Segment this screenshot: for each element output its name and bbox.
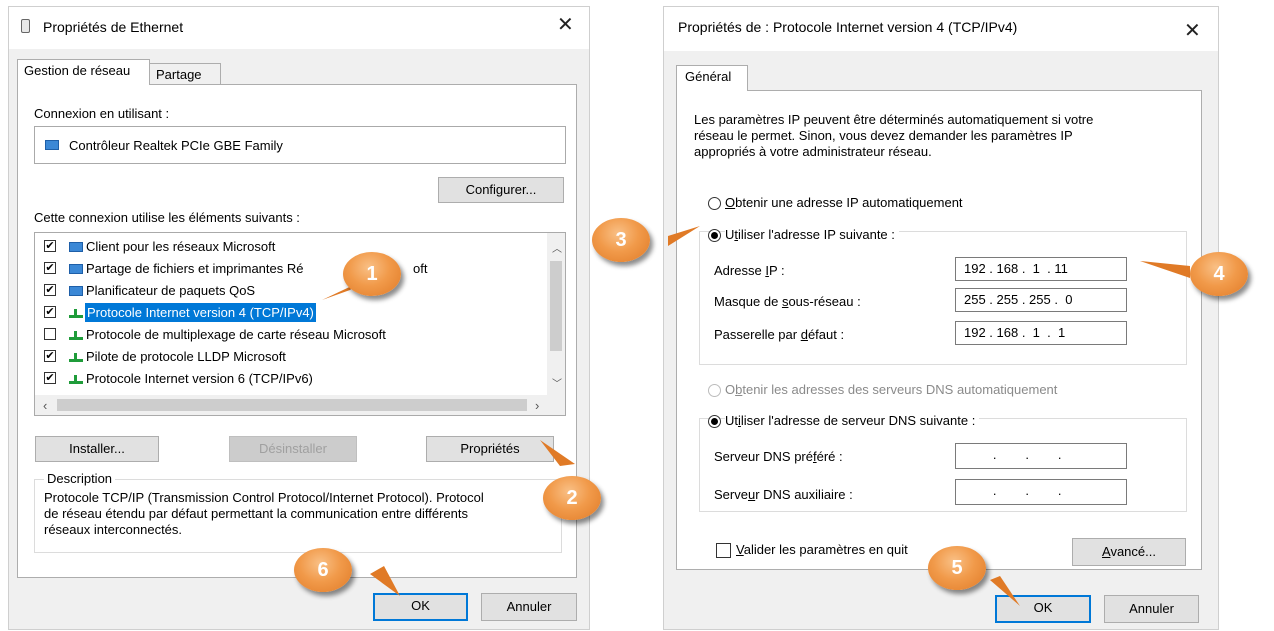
callout-pointers bbox=[322, 226, 1190, 606]
callout-1: 1 bbox=[343, 252, 401, 296]
pointer-5 bbox=[990, 576, 1020, 606]
tab-network[interactable]: Gestion de réseau bbox=[17, 59, 150, 85]
callout-4: 4 bbox=[1190, 252, 1248, 296]
pointer-6 bbox=[370, 566, 400, 596]
callout-5: 5 bbox=[928, 546, 986, 590]
callout-3: 3 bbox=[592, 218, 650, 262]
pointer-2 bbox=[540, 440, 575, 466]
pointer-3 bbox=[668, 226, 700, 246]
pointer-4 bbox=[1140, 261, 1190, 278]
callout-2: 2 bbox=[543, 476, 601, 520]
callout-6: 6 bbox=[294, 548, 352, 592]
tab-general[interactable]: Général bbox=[676, 65, 748, 91]
